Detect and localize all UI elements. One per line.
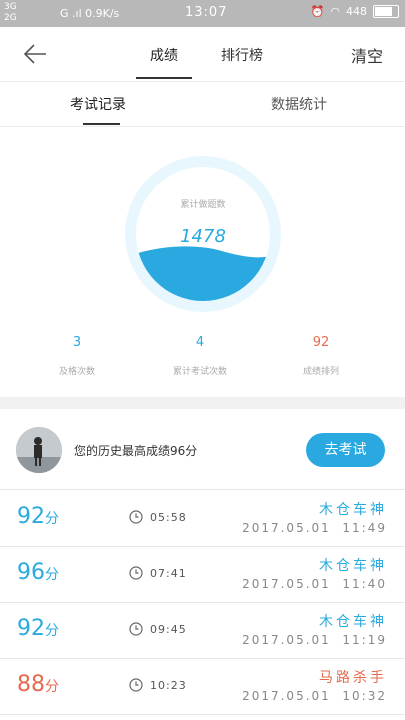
record-row[interactable]: 92分 05:58 木仓车神 2017.05.01 11:49 — [0, 490, 405, 547]
record-title: 马路杀手 — [319, 670, 387, 686]
clear-button[interactable]: 清空 — [351, 43, 383, 67]
record-score-value: 92 — [17, 504, 45, 529]
record-score-value: 96 — [17, 560, 45, 585]
gauge-value: 1478 — [180, 226, 226, 247]
tab-data-stats[interactable]: 数据统计 — [271, 94, 327, 114]
record-duration: 09:45 — [150, 623, 187, 636]
status-bar: 3G 2G G .ıl 0.9K/s 13:07 ⏰ ◠ 448 — [0, 0, 405, 27]
signal-bottom-label: 2G — [4, 13, 17, 23]
record-duration: 05:58 — [150, 511, 187, 524]
record-score-value: 88 — [17, 672, 45, 697]
stat-value: 92 — [312, 335, 330, 350]
record-score-unit: 分 — [45, 679, 59, 695]
stat-value: 3 — [72, 335, 82, 350]
signal-top-label: 3G — [4, 2, 17, 12]
tab-rank[interactable]: 排行榜 — [221, 45, 263, 65]
total-questions-gauge: 累计做题数 1478 — [125, 156, 281, 312]
record-score: 96分 — [17, 560, 59, 585]
top-navigation: 成绩 排行榜 清空 — [0, 27, 405, 82]
clock-icon — [129, 566, 143, 580]
record-score-unit: 分 — [45, 623, 59, 639]
record-date: 2017.05.01 10:32 — [242, 689, 387, 703]
record-title: 木仓车神 — [319, 558, 387, 574]
record-date: 2017.05.01 11:49 — [242, 521, 387, 535]
section-divider — [0, 397, 405, 409]
record-score-unit: 分 — [45, 567, 59, 583]
record-row[interactable]: 96分 07:41 木仓车神 2017.05.01 11:40 — [0, 546, 405, 603]
clock-time: 13:07 — [185, 5, 228, 20]
stat-label: 成绩排列 — [302, 367, 339, 377]
stat-label: 累计考试次数 — [172, 367, 227, 377]
stat-exam-count: 4 累计考试次数 — [140, 335, 260, 377]
battery-text: 448 — [346, 5, 367, 18]
wifi-icon: ◠ — [330, 5, 340, 18]
clock-icon — [129, 510, 143, 524]
go-exam-button[interactable]: 去考试 — [306, 433, 385, 467]
avatar — [16, 427, 62, 473]
record-duration: 10:23 — [150, 679, 187, 692]
signal-indicator: 3G 2G — [4, 2, 17, 24]
clock-icon — [129, 678, 143, 692]
record-score-value: 92 — [17, 616, 45, 641]
stat-label: 及格次数 — [58, 367, 95, 377]
record-score: 92分 — [17, 504, 59, 529]
network-speed: G .ıl 0.9K/s — [60, 7, 120, 20]
best-score-text: 您的历史最高成绩96分 — [74, 444, 198, 458]
tab-underline — [136, 77, 192, 79]
stat-score-rank: 92 成绩排列 — [261, 335, 381, 377]
stat-value: 4 — [195, 335, 205, 350]
record-row[interactable]: 88分 10:23 马路杀手 2017.05.01 10:32 — [0, 658, 405, 715]
best-score-row: 您的历史最高成绩96分 去考试 — [0, 409, 405, 490]
tab-score[interactable]: 成绩 — [150, 45, 178, 65]
status-right: ⏰ ◠ 448 — [311, 5, 399, 18]
record-score-unit: 分 — [45, 511, 59, 527]
gauge-label: 累计做题数 — [180, 198, 225, 210]
tab-exam-records[interactable]: 考试记录 — [70, 94, 126, 114]
alarm-icon: ⏰ — [310, 5, 325, 18]
clock-icon — [129, 622, 143, 636]
sub-tabs: 考试记录 数据统计 — [0, 82, 405, 127]
record-row[interactable]: 92分 09:45 木仓车神 2017.05.01 11:19 — [0, 602, 405, 659]
record-title: 木仓车神 — [319, 614, 387, 630]
record-score: 88分 — [17, 672, 59, 697]
record-duration: 07:41 — [150, 567, 187, 580]
battery-icon — [373, 5, 399, 18]
back-arrow-icon[interactable] — [22, 41, 48, 67]
subtab-underline — [83, 123, 120, 125]
record-date: 2017.05.01 11:19 — [242, 633, 387, 647]
record-date: 2017.05.01 11:40 — [242, 577, 387, 591]
record-score: 92分 — [17, 616, 59, 641]
stat-pass-count: 3 及格次数 — [17, 335, 137, 377]
record-title: 木仓车神 — [319, 502, 387, 518]
